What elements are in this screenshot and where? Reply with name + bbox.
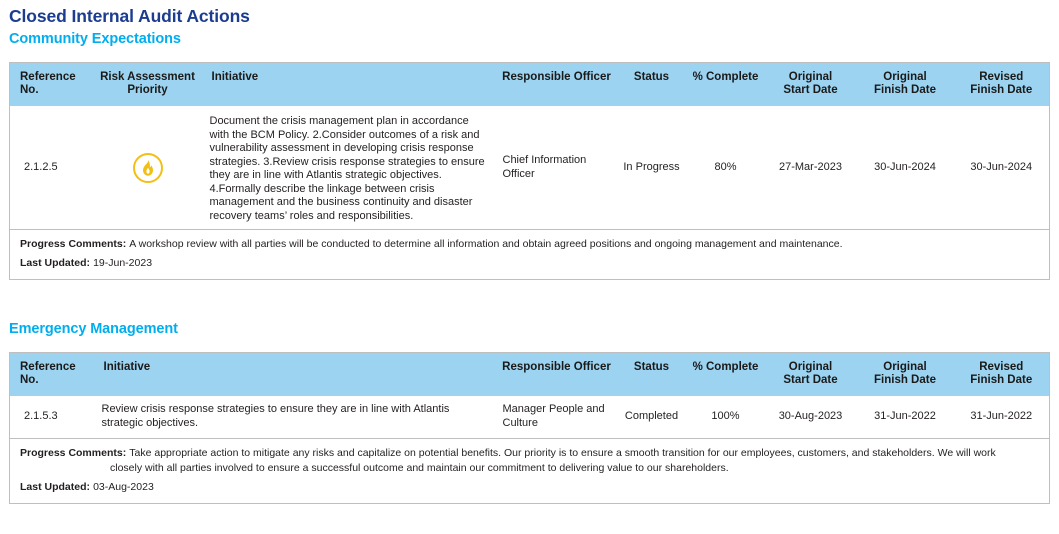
cell-original-start-date: 27-Mar-2023 xyxy=(764,106,857,230)
progress-comments-block: Progress Comments: A workshop review wit… xyxy=(10,230,1050,280)
column-header-original-start-line2: Start Date xyxy=(783,84,838,96)
column-header-status: Status xyxy=(616,352,687,396)
column-header-original-start-line2: Start Date xyxy=(783,374,838,386)
section-heading-emergency-management: Emergency Management xyxy=(9,321,178,337)
cell-original-finish-date: 31-Jun-2022 xyxy=(856,396,954,439)
cell-revised-finish-date: 30-Jun-2024 xyxy=(953,106,1050,230)
column-header-original-finish-date: Original Finish Date xyxy=(856,352,954,396)
column-header-reference-no-line1: Reference xyxy=(20,361,76,373)
progress-comments-label: Progress Comments: xyxy=(20,238,127,250)
column-header-reference-no: Reference No. xyxy=(9,352,94,396)
column-header-revised-finish-line2: Finish Date xyxy=(970,84,1033,96)
column-header-revised-finish-line1: Revised xyxy=(979,361,1024,373)
column-header-revised-finish-line2: Finish Date xyxy=(970,374,1033,386)
table-header-row: Reference No. Risk Assessment Priority I… xyxy=(9,62,1050,106)
table-footer-row: Progress Comments: Take appropriate acti… xyxy=(10,438,1050,503)
audit-table-emergency-management: Reference No. Initiative Responsible Off… xyxy=(9,352,1050,504)
column-header-revised-finish-line1: Revised xyxy=(979,71,1024,83)
cell-original-finish-date: 30-Jun-2024 xyxy=(856,106,954,230)
column-header-risk-priority-line1: Risk Assessment xyxy=(100,71,195,83)
cell-status: Completed xyxy=(616,396,687,439)
table-header-row: Reference No. Initiative Responsible Off… xyxy=(9,352,1050,396)
cell-revised-finish-date: 31-Jun-2022 xyxy=(953,396,1050,439)
column-header-original-start-line1: Original xyxy=(788,71,833,83)
cell-responsible-officer: Manager People and Culture xyxy=(496,396,617,439)
progress-comments-line: Progress Comments: Take appropriate acti… xyxy=(20,446,1039,476)
flame-icon xyxy=(132,152,163,183)
progress-comments-label: Progress Comments: xyxy=(20,446,127,459)
cell-reference-no: 2.1.5.3 xyxy=(9,396,94,439)
cell-original-start-date: 30-Aug-2023 xyxy=(764,396,857,439)
column-header-responsible-officer: Responsible Officer xyxy=(496,352,617,396)
cell-status: In Progress xyxy=(616,106,687,230)
last-updated-value: 19-Jun-2023 xyxy=(93,257,153,269)
table-row: 2.1.2.5 Document the crisis management p… xyxy=(9,106,1050,230)
table-row: 2.1.5.3 Review crisis response strategie… xyxy=(9,396,1050,439)
cell-risk-assessment-priority xyxy=(93,106,202,230)
column-header-reference-no-line2: No. xyxy=(20,84,39,96)
column-header-original-start-line1: Original xyxy=(788,361,833,373)
cell-percent-complete: 80% xyxy=(686,106,765,230)
cell-initiative: Document the crisis management plan in a… xyxy=(201,106,497,230)
last-updated-label: Last Updated: xyxy=(20,257,91,269)
column-header-initiative: Initiative xyxy=(201,62,497,106)
column-header-original-finish-line2: Finish Date xyxy=(874,84,936,96)
column-header-percent-complete: % Complete xyxy=(686,352,765,396)
progress-comments-line: Progress Comments: A workshop review wit… xyxy=(20,237,1039,252)
audit-table-community-expectations: Reference No. Risk Assessment Priority I… xyxy=(9,62,1050,280)
table-footer-row: Progress Comments: A workshop review wit… xyxy=(10,230,1050,280)
column-header-original-finish-date: Original Finish Date xyxy=(856,62,954,106)
column-header-original-start-date: Original Start Date xyxy=(764,62,857,106)
column-header-revised-finish-date: Revised Finish Date xyxy=(953,352,1050,396)
column-header-percent-complete: % Complete xyxy=(686,62,765,106)
last-updated-line: Last Updated: 19-Jun-2023 xyxy=(20,256,1039,271)
column-header-risk-priority-line2: Priority xyxy=(127,84,168,96)
cell-reference-no: 2.1.2.5 xyxy=(9,106,94,230)
column-header-risk-assessment-priority: Risk Assessment Priority xyxy=(93,62,202,106)
column-header-initiative: Initiative xyxy=(93,352,497,396)
progress-comments-text-continued: closely with all parties involved to ens… xyxy=(110,461,729,474)
column-header-original-finish-line1: Original xyxy=(883,71,927,83)
progress-comments-text: Take appropriate action to mitigate any … xyxy=(129,446,996,459)
last-updated-line: Last Updated: 03-Aug-2023 xyxy=(20,480,1039,495)
progress-comments-text: A workshop review with all parties will … xyxy=(129,238,843,250)
audit-report-page: Closed Internal Audit Actions Community … xyxy=(0,6,1059,534)
cell-initiative: Review crisis response strategies to ens… xyxy=(93,396,497,439)
column-header-reference-no: Reference No. xyxy=(9,62,94,106)
progress-comments-block: Progress Comments: Take appropriate acti… xyxy=(10,438,1050,503)
column-header-responsible-officer: Responsible Officer xyxy=(496,62,617,106)
column-header-original-finish-line1: Original xyxy=(883,361,927,373)
column-header-original-start-date: Original Start Date xyxy=(764,352,857,396)
column-header-status: Status xyxy=(616,62,687,106)
cell-percent-complete: 100% xyxy=(686,396,765,439)
column-header-reference-no-line1: Reference xyxy=(20,71,76,83)
page-title: Closed Internal Audit Actions xyxy=(9,6,250,26)
column-header-reference-no-line2: No. xyxy=(20,374,39,386)
cell-responsible-officer: Chief Information Officer xyxy=(496,106,617,230)
column-header-original-finish-line2: Finish Date xyxy=(874,374,936,386)
last-updated-label: Last Updated: xyxy=(20,480,91,493)
last-updated-value: 03-Aug-2023 xyxy=(93,480,154,493)
section-heading-community-expectations: Community Expectations xyxy=(9,31,181,47)
column-header-revised-finish-date: Revised Finish Date xyxy=(953,62,1050,106)
